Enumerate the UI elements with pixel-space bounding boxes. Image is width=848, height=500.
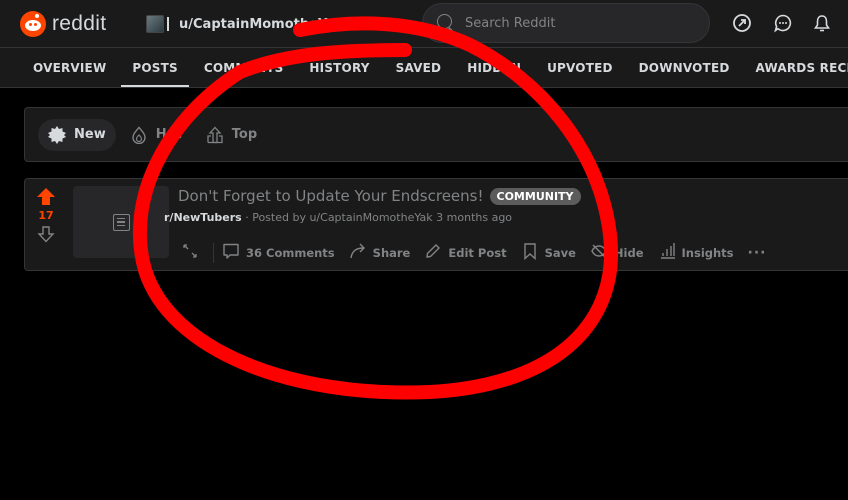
subreddit-link[interactable]: r/NewTubers	[164, 211, 242, 224]
save-button[interactable]: Save	[521, 242, 576, 264]
search-input[interactable]	[465, 15, 685, 31]
hide-icon	[590, 242, 608, 264]
user-switcher[interactable]: u/CaptainMomotheYak ⌄	[146, 10, 408, 38]
logo-text: reddit	[52, 12, 107, 35]
posted-by: · Posted by u/CaptainMomotheYak 3 months…	[245, 211, 513, 224]
sort-hot-label: Hot	[155, 127, 182, 142]
profile-tabs: OVERVIEW POSTS COMMENTS HISTORY SAVED HI…	[0, 48, 848, 88]
notifications-icon[interactable]	[811, 12, 833, 34]
chevron-down-icon: ⌄	[382, 14, 394, 30]
user-avatar	[146, 15, 164, 33]
downvote-icon[interactable]	[37, 225, 55, 243]
pencil-icon	[424, 242, 442, 264]
post-actions: 36 Comments Share Edit Post Save Hide In…	[181, 241, 781, 265]
tab-downvoted[interactable]: DOWNVOTED	[626, 48, 743, 87]
post-flair[interactable]: COMMUNITY	[489, 187, 581, 205]
reddit-logo[interactable]: reddit	[20, 11, 106, 37]
edit-post-label: Edit Post	[448, 246, 507, 260]
tab-awards-received[interactable]: AWARDS RECEIVED	[743, 48, 848, 87]
more-dots-icon: ···	[747, 245, 767, 261]
tab-posts[interactable]: POSTS	[119, 48, 190, 87]
actions-divider	[213, 243, 214, 263]
hide-label: Hide	[613, 246, 644, 260]
new-badge-icon	[48, 125, 66, 144]
tab-saved[interactable]: SAVED	[383, 48, 455, 87]
share-button[interactable]: Share	[349, 242, 411, 264]
vote-column: 17	[25, 179, 67, 270]
expand-icon	[181, 243, 199, 263]
sort-new-button[interactable]: New	[38, 118, 116, 151]
share-icon	[349, 242, 367, 264]
sort-bar: New Hot Top	[24, 107, 848, 162]
sort-top-button[interactable]: Top	[196, 119, 267, 151]
vote-score: 17	[38, 209, 54, 222]
bookmark-icon	[521, 242, 539, 264]
insights-label: Insights	[681, 246, 734, 260]
upvote-icon[interactable]	[37, 188, 55, 206]
insights-chart-icon	[658, 242, 676, 264]
chat-icon[interactable]	[772, 12, 794, 34]
comments-label: 36 Comments	[246, 246, 335, 260]
edit-post-button[interactable]: Edit Post	[424, 242, 507, 264]
sort-top-label: Top	[231, 127, 258, 142]
sort-new-label: New	[74, 127, 106, 142]
tab-hidden[interactable]: HIDDEN	[454, 48, 534, 87]
popular-icon[interactable]	[731, 12, 753, 34]
tab-overview[interactable]: OVERVIEW	[20, 48, 119, 87]
search-bar[interactable]	[422, 3, 710, 43]
post-title-row: Don't Forget to Update Your Endscreens! …	[178, 187, 581, 205]
more-options-button[interactable]: ···	[748, 245, 767, 261]
insights-button[interactable]: Insights	[658, 242, 734, 264]
comments-button[interactable]: 36 Comments	[222, 242, 335, 264]
post-card[interactable]: 17 Don't Forget to Update Your Endscreen…	[24, 178, 848, 271]
share-label: Share	[372, 246, 411, 260]
save-label: Save	[544, 246, 576, 260]
comment-icon	[222, 242, 240, 264]
tab-history[interactable]: HISTORY	[296, 48, 382, 87]
avatar-divider	[167, 17, 169, 31]
reddit-snoo-icon	[20, 11, 46, 37]
expand-button[interactable]	[181, 243, 199, 263]
top-header: reddit u/CaptainMomotheYak ⌄	[0, 0, 848, 48]
post-title[interactable]: Don't Forget to Update Your Endscreens!	[178, 187, 484, 205]
post-thumbnail[interactable]	[73, 186, 169, 258]
hide-button[interactable]: Hide	[590, 242, 644, 264]
post-meta: r/NewTubers · Posted by u/CaptainMomothe…	[164, 211, 512, 224]
user-name: u/CaptainMomotheYak	[179, 16, 344, 32]
sort-hot-button[interactable]: Hot	[120, 119, 192, 151]
tab-upvoted[interactable]: UPVOTED	[534, 48, 626, 87]
flame-icon	[130, 125, 148, 144]
text-post-icon	[112, 213, 130, 231]
tab-comments[interactable]: COMMENTS	[191, 48, 297, 87]
top-icon	[206, 126, 224, 144]
search-icon	[437, 14, 455, 32]
